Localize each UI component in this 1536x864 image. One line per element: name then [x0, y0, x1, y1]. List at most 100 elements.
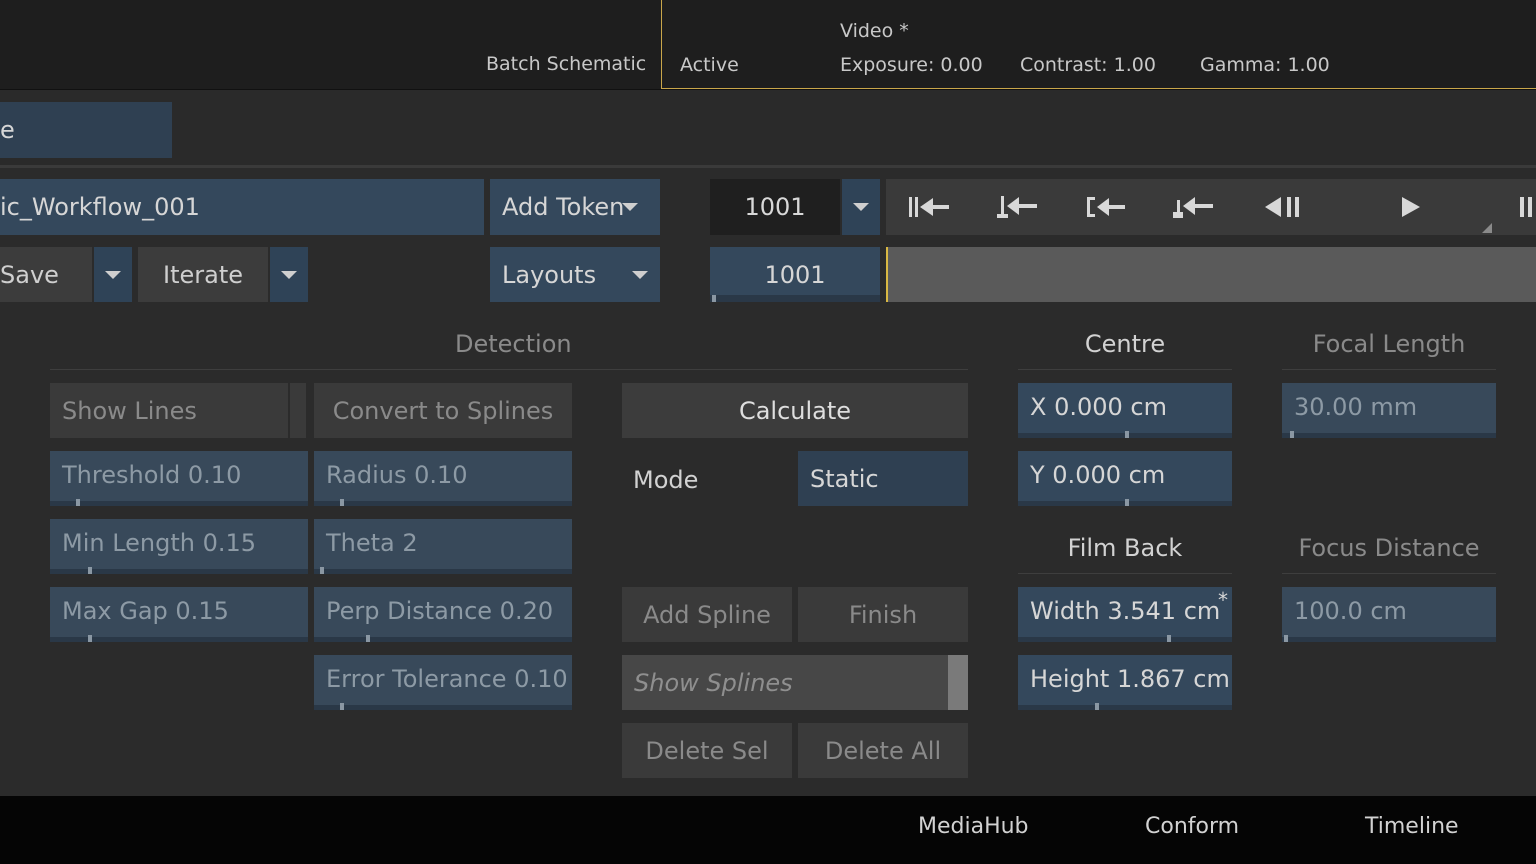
exposure-value[interactable]: Exposure: 0.00 — [840, 51, 983, 79]
theta-slider[interactable]: Theta 2 — [314, 519, 572, 574]
resize-corner-icon — [1482, 218, 1492, 233]
node-name-field[interactable]: e — [0, 102, 172, 158]
slider-knob[interactable] — [88, 635, 92, 642]
slider-track — [314, 501, 572, 506]
max-gap-slider[interactable]: Max Gap 0.15 — [50, 587, 308, 642]
perp-distance-label: Perp Distance 0.20 — [326, 597, 554, 625]
slider-track — [314, 637, 572, 642]
name-row: e — [0, 90, 1536, 168]
film-back-title: Film Back — [1067, 534, 1183, 562]
timeline-scrubber[interactable] — [886, 247, 1536, 302]
centre-divider — [1018, 369, 1232, 370]
video-panel: Active Video * Exposure: 0.00 Contrast: … — [661, 0, 1536, 89]
film-back-height-slider[interactable]: Height 1.867 cm — [1018, 655, 1232, 710]
threshold-slider[interactable]: Threshold 0.10 — [50, 451, 308, 506]
pause-icon[interactable] — [1516, 193, 1536, 221]
video-label: Video * — [840, 20, 909, 42]
centre-x-slider[interactable]: X 0.000 cm — [1018, 383, 1232, 438]
button-divider — [288, 383, 290, 438]
focus-distance-divider — [1282, 573, 1496, 574]
layouts-dropdown[interactable]: Layouts — [490, 247, 660, 302]
prev-mark-icon[interactable] — [1172, 193, 1216, 221]
mode-dropdown[interactable]: Static — [798, 451, 968, 506]
toggle-indicator — [948, 655, 968, 710]
convert-to-splines-button[interactable]: Convert to Splines — [314, 383, 572, 438]
centre-title: Centre — [1084, 330, 1166, 358]
error-tolerance-label: Error Tolerance 0.10 — [326, 665, 568, 693]
slider-knob[interactable] — [1167, 635, 1171, 642]
slider-track — [1282, 637, 1496, 642]
chevron-down-icon — [622, 203, 638, 211]
slider-knob[interactable] — [76, 499, 80, 506]
error-tolerance-slider[interactable]: Error Tolerance 0.10 — [314, 655, 572, 710]
centre-x-label: X 0.000 cm — [1030, 393, 1167, 421]
calculate-button[interactable]: Calculate — [622, 383, 968, 438]
slider-knob[interactable] — [340, 499, 344, 506]
slider-knob[interactable] — [1290, 431, 1294, 438]
contrast-value[interactable]: Contrast: 1.00 — [1020, 51, 1156, 79]
delete-all-button[interactable]: Delete All — [798, 723, 968, 778]
slider-knob[interactable] — [366, 635, 370, 642]
slider-knob[interactable] — [1284, 635, 1288, 642]
focus-distance-title: Focus Distance — [1298, 534, 1480, 562]
layouts-label: Layouts — [502, 260, 597, 289]
show-splines-label: Show Splines — [634, 668, 793, 697]
add-spline-button[interactable]: Add Spline — [622, 587, 792, 642]
slider-track — [314, 569, 572, 574]
frame-dropdown-button[interactable] — [842, 179, 880, 235]
focus-distance-slider[interactable]: 100.0 cm — [1282, 587, 1496, 642]
chevron-down-icon — [632, 271, 648, 279]
gamma-value[interactable]: Gamma: 1.00 — [1200, 51, 1330, 79]
save-dropdown-button[interactable] — [94, 247, 132, 302]
slider-knob[interactable] — [1125, 499, 1129, 506]
slider-track — [1018, 705, 1232, 710]
playhead[interactable] — [886, 247, 888, 302]
film-back-width-slider[interactable]: Width 3.541 cm * — [1018, 587, 1232, 642]
slider-knob[interactable] — [340, 703, 344, 710]
save-button[interactable]: Save — [0, 247, 92, 302]
theta-label: Theta 2 — [326, 529, 418, 557]
radius-slider[interactable]: Radius 0.10 — [314, 451, 572, 506]
delete-sel-button[interactable]: Delete Sel — [622, 723, 792, 778]
skip-to-start-icon[interactable] — [905, 193, 953, 221]
conform-tab[interactable]: Conform — [1145, 812, 1239, 840]
radius-label: Radius 0.10 — [326, 461, 468, 489]
perp-distance-slider[interactable]: Perp Distance 0.20 — [314, 587, 572, 642]
finish-button[interactable]: Finish — [798, 587, 968, 642]
frame-slider-knob[interactable] — [712, 295, 716, 302]
prev-key-icon[interactable] — [996, 193, 1040, 221]
slider-knob[interactable] — [1125, 431, 1129, 438]
add-token-label: Add Token — [502, 193, 625, 221]
add-token-dropdown[interactable]: Add Token — [490, 179, 660, 235]
film-back-width-label: Width 3.541 cm — [1030, 597, 1221, 625]
frame-slider-track — [710, 295, 880, 302]
show-lines-button[interactable]: Show Lines — [50, 383, 306, 438]
slider-knob[interactable] — [88, 567, 92, 574]
step-back-icon[interactable] — [1262, 193, 1306, 221]
max-gap-label: Max Gap 0.15 — [62, 597, 229, 625]
modified-marker: * — [1218, 588, 1228, 612]
timeline-tab[interactable]: Timeline — [1365, 812, 1459, 840]
min-length-slider[interactable]: Min Length 0.15 — [50, 519, 308, 574]
slider-knob[interactable] — [320, 567, 324, 574]
current-frame-field[interactable]: 1001 — [710, 179, 840, 235]
workflow-name-field[interactable]: ic_Workflow_001 — [0, 179, 484, 235]
mediahub-tab[interactable]: MediaHub — [918, 812, 1029, 840]
iterate-dropdown-button[interactable] — [270, 247, 308, 302]
iterate-button[interactable]: Iterate — [138, 247, 268, 302]
slider-knob[interactable] — [1095, 703, 1099, 710]
timeline-frame-field[interactable]: 1001 — [710, 247, 880, 302]
film-back-divider — [1018, 573, 1232, 574]
centre-y-slider[interactable]: Y 0.000 cm — [1018, 451, 1232, 506]
mode-label: Mode — [633, 466, 699, 494]
focus-distance-label: 100.0 cm — [1294, 597, 1407, 625]
batch-schematic-tab[interactable]: Batch Schematic — [486, 50, 646, 78]
chevron-down-icon — [281, 270, 297, 279]
chevron-down-icon — [105, 270, 121, 279]
show-splines-toggle[interactable]: Show Splines — [622, 655, 968, 710]
min-length-label: Min Length 0.15 — [62, 529, 257, 557]
focal-length-slider[interactable]: 30.00 mm — [1282, 383, 1496, 438]
show-lines-label: Show Lines — [62, 396, 197, 425]
prev-in-icon[interactable] — [1084, 193, 1128, 221]
play-icon[interactable] — [1396, 193, 1426, 221]
